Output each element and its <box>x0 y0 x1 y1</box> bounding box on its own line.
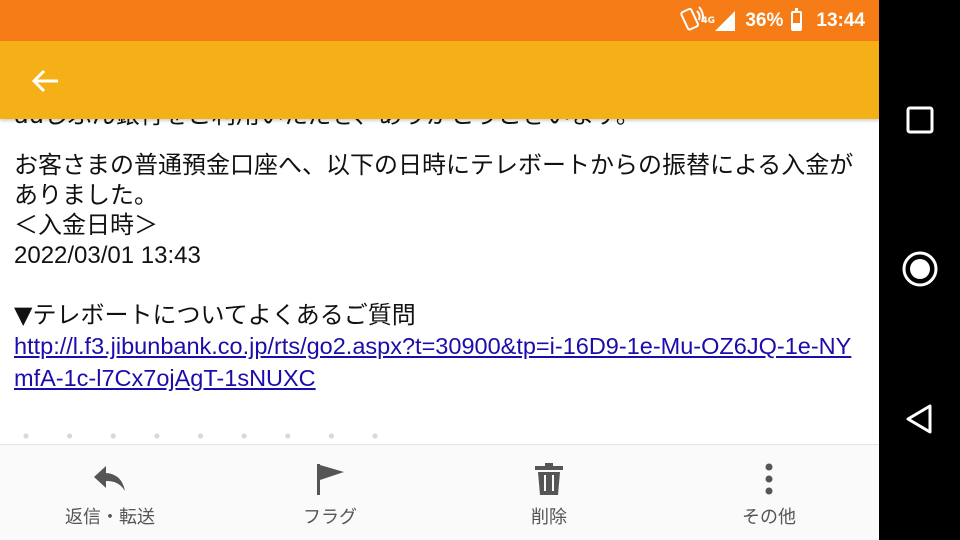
more-button[interactable]: その他 <box>689 445 849 540</box>
battery-percent: 36% <box>745 9 784 31</box>
battery-icon <box>791 7 803 31</box>
signal-icon: 4G <box>701 10 737 32</box>
deposit-datetime: 2022/03/01 13:43 <box>14 242 201 269</box>
system-nav-bar <box>879 0 960 540</box>
clock: 13:44 <box>816 9 865 31</box>
flag-label: フラグ <box>303 507 357 528</box>
app-bar <box>0 41 879 119</box>
message-body: auじぶん銀行をご利用いただき、ありがとうございます。 お客さまの普通預金口座へ… <box>14 100 869 452</box>
battery-level <box>793 22 801 29</box>
more-vertical-icon <box>749 461 789 497</box>
reply-forward-label: 返信・転送 <box>65 507 155 528</box>
reply-icon <box>90 461 130 497</box>
recents-square-icon[interactable] <box>899 99 941 141</box>
status-icons: 4G 36% 13:44 <box>677 0 865 41</box>
trash-icon <box>529 461 569 497</box>
bottom-action-bar: 返信・転送 フラグ 削除 その他 <box>0 444 879 540</box>
reply-forward-button[interactable]: 返信・転送 <box>30 445 190 540</box>
flag-button[interactable]: フラグ <box>250 445 410 540</box>
phone-screen: 4G 36% 13:44 auじぶん銀行をご利用いただき、ありがとうございます。… <box>0 0 879 540</box>
back-triangle-icon[interactable] <box>899 398 941 440</box>
arrow-back-icon[interactable] <box>28 63 64 99</box>
delete-button[interactable]: 削除 <box>469 445 629 540</box>
deposit-notice: お客さまの普通預金口座へ、以下の日時にテレボートからの振替による入金がありました… <box>14 151 854 209</box>
flag-icon <box>310 461 350 497</box>
faq-link[interactable]: http://l.f3.jibunbank.co.jp/rts/go2.aspx… <box>14 330 869 394</box>
deposit-label: ＜入金日時＞ <box>14 211 158 239</box>
delete-label: 削除 <box>531 507 567 528</box>
faq-heading: ▼テレボートについてよくあるご質問 <box>14 301 416 329</box>
home-circle-icon[interactable] <box>899 248 941 290</box>
more-label: その他 <box>742 507 796 528</box>
status-bar: 4G 36% 13:44 <box>0 0 879 41</box>
network-type: 4G <box>701 15 716 26</box>
